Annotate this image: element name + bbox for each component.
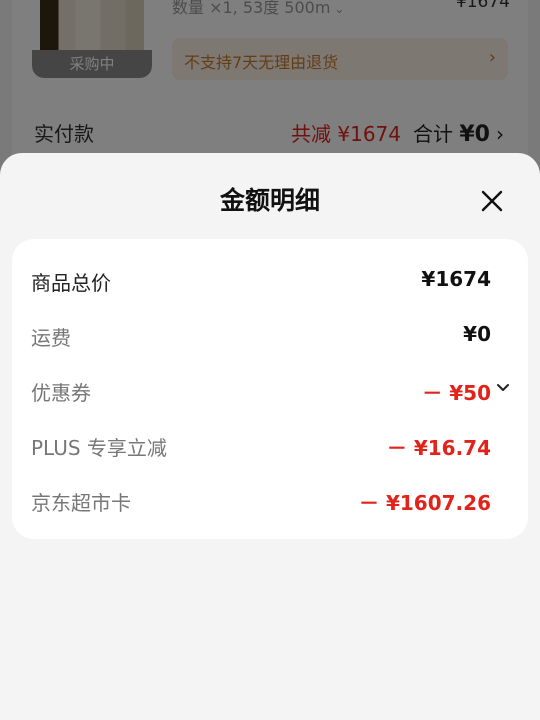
row-shipping: 运费 ¥0 (12, 314, 528, 354)
row-value: ¥1674 (421, 267, 491, 291)
row-label: 优惠券 (31, 381, 91, 405)
close-button[interactable] (476, 185, 508, 217)
row-label: 商品总价 (31, 271, 111, 295)
row-value: － ¥50 (422, 381, 491, 405)
row-plus-discount: PLUS 专享立减 － ¥16.74 (12, 424, 528, 464)
row-label: PLUS 专享立减 (31, 436, 167, 460)
row-goods-total: 商品总价 ¥1674 (12, 259, 528, 299)
row-label: 京东超市卡 (31, 491, 131, 515)
chevron-down-icon[interactable] (496, 383, 510, 393)
amount-detail-card: 商品总价 ¥1674 运费 ¥0 优惠券 － ¥50 PLUS 专享立减 － ¥… (12, 239, 528, 539)
row-value: － ¥1607.26 (359, 491, 491, 515)
row-label: 运费 (31, 326, 71, 350)
row-value: － ¥16.74 (386, 436, 491, 460)
amount-detail-sheet: 金额明细 商品总价 ¥1674 运费 ¥0 优惠券 － ¥50 PLUS 专享立… (0, 153, 540, 720)
close-icon (481, 190, 503, 212)
row-coupon[interactable]: 优惠券 － ¥50 (12, 369, 528, 409)
row-supermarket-card: 京东超市卡 － ¥1607.26 (12, 479, 528, 519)
sheet-title: 金额明细 (219, 186, 320, 215)
row-value: ¥0 (463, 322, 491, 346)
